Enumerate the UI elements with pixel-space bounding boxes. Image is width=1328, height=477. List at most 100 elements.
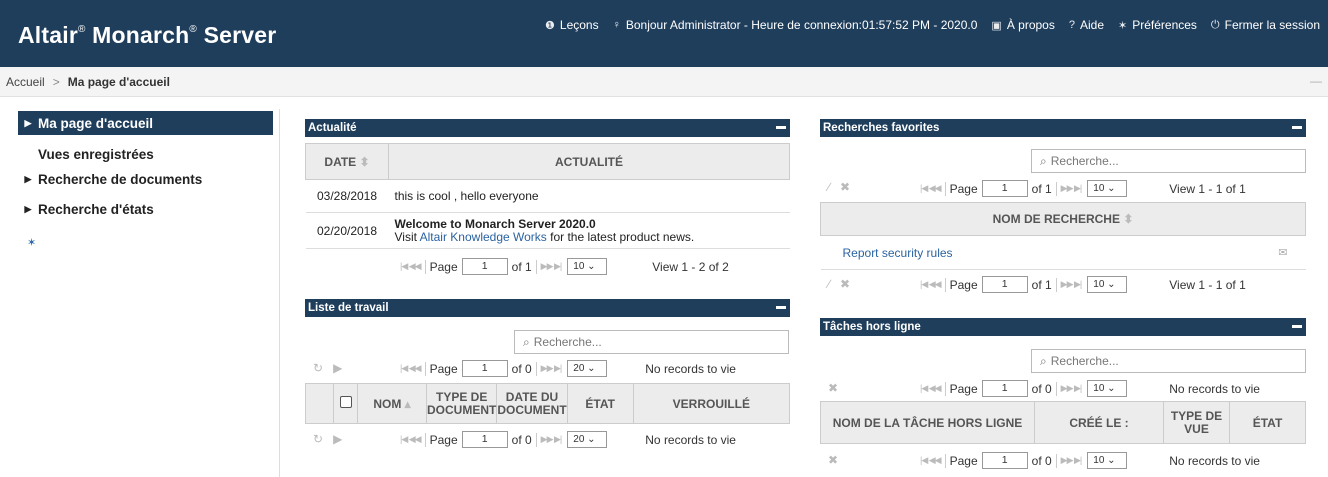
nav-about[interactable]: ▣ À propos xyxy=(991,18,1054,32)
pager-view-text: View 1 - 1 of 1 xyxy=(1169,181,1246,196)
play-icon[interactable]: ▶ xyxy=(333,361,342,375)
sidebar-item-saved-views[interactable]: Vues enregistrées xyxy=(18,142,273,166)
first-page-icon[interactable]: |◀ ◀◀ xyxy=(920,455,942,466)
about-icon: ▣ xyxy=(991,19,1002,32)
page-number-input[interactable]: 1 xyxy=(981,380,1028,397)
worklist-col-state[interactable]: ÉTAT xyxy=(566,383,634,424)
worklist-search-input[interactable]: ⌕ Recherche... xyxy=(514,330,789,354)
offline-col-state[interactable]: ÉTAT xyxy=(1229,401,1306,444)
worklist-table: NOM ▴ TYPE DE DOCUMENT DATE DU DOCUMENT ÉT… xyxy=(305,383,791,424)
worklist-col-locked[interactable]: VERROUILLÉ xyxy=(632,383,791,424)
first-page-icon[interactable]: |◀ ◀◀ xyxy=(920,383,942,394)
news-col-news: ACTUALITÉ xyxy=(388,143,790,180)
worklist-col-name[interactable]: NOM ▴ xyxy=(357,383,427,424)
play-icon[interactable]: ▶ xyxy=(333,432,342,446)
first-page-icon[interactable]: |◀ ◀◀ xyxy=(920,183,942,194)
select-all-checkbox[interactable] xyxy=(333,383,358,424)
refresh-icon[interactable]: ↻ xyxy=(313,432,323,446)
page-size-select[interactable]: 10 ⌄ xyxy=(567,258,608,275)
worklist-col-doc-date[interactable]: DATE DU DOCUMENT xyxy=(496,383,568,424)
page-number-input[interactable]: 1 xyxy=(461,258,508,275)
page-size-select[interactable]: 10 ⌄ xyxy=(1087,276,1128,293)
breadcrumb-separator-icon: > xyxy=(52,75,60,89)
page-number-input[interactable]: 1 xyxy=(461,360,508,377)
caret-right-icon: ▶ xyxy=(24,203,32,214)
edit-icon[interactable]: ∕ xyxy=(828,180,830,194)
nav-help[interactable]: ? Aide xyxy=(1069,18,1104,32)
help-icon: ? xyxy=(1068,19,1075,31)
sidebar-item-report-search[interactable]: ▶ Recherche d'états xyxy=(18,197,273,221)
nav-logout[interactable]: ⏻ Fermer la session xyxy=(1211,18,1320,32)
caret-right-icon: ▶ xyxy=(24,173,32,184)
news-text: Welcome to Monarch Server 2020.0 Visit A… xyxy=(388,212,790,249)
sort-asc-icon: ▴ xyxy=(404,396,411,411)
nav-lessons[interactable]: ❶ Leçons xyxy=(545,18,599,32)
page-size-select[interactable]: 20 ⌄ xyxy=(567,431,608,448)
last-page-icon[interactable]: ▶▶ ▶| xyxy=(541,261,563,272)
minimize-icon[interactable] xyxy=(1292,325,1302,328)
last-page-icon[interactable]: ▶▶ ▶| xyxy=(1061,279,1083,290)
minimize-icon[interactable] xyxy=(776,306,786,309)
first-page-icon[interactable]: |◀ ◀◀ xyxy=(400,363,422,374)
delete-icon[interactable]: ✖ xyxy=(840,277,850,291)
last-page-icon[interactable]: ▶▶ ▶| xyxy=(1061,383,1083,394)
offline-tools: ✖ xyxy=(828,381,838,395)
first-page-icon[interactable]: |◀ ◀◀ xyxy=(920,279,942,290)
worklist-pager-bottom: |◀ ◀◀ Page 1 of 0 ▶▶ ▶| 20 ⌄ No records … xyxy=(400,431,736,448)
edit-icon[interactable]: ∕ xyxy=(828,277,830,291)
minimize-icon[interactable] xyxy=(1292,126,1302,129)
favorites-table: NOM DE RECHERCHE ⬍ Report security rules… xyxy=(820,202,1306,270)
page-size-select[interactable]: 20 ⌄ xyxy=(567,360,608,377)
offline-col-name[interactable]: NOM DE LA TÂCHE HORS LIGNE xyxy=(820,401,1035,444)
news-panel-header: Actualité xyxy=(305,119,790,137)
offline-col-created[interactable]: CRÉÉ LE : xyxy=(1034,401,1164,444)
offline-search-input[interactable]: ⌕ Recherche... xyxy=(1031,349,1306,373)
favorites-panel-header: Recherches favorites xyxy=(820,119,1306,137)
first-page-icon[interactable]: |◀ ◀◀ xyxy=(400,261,422,272)
page-number-input[interactable]: 1 xyxy=(981,180,1028,197)
settings-gear-icon[interactable]: ✶ xyxy=(27,236,36,249)
news-date: 02/20/2018 xyxy=(305,212,389,249)
power-icon: ⏻ xyxy=(1210,18,1220,31)
table-row: 02/20/2018 Welcome to Monarch Server 202… xyxy=(305,212,790,249)
top-nav: ❶ Leçons ♀ Bonjour Administrator - Heure… xyxy=(545,18,1320,32)
page-size-select[interactable]: 10 ⌄ xyxy=(1087,452,1128,469)
worklist-panel-header: Liste de travail xyxy=(305,299,790,317)
sidebar-item-home[interactable]: ▶ Ma page d'accueil xyxy=(18,111,273,135)
header-collapse-icon[interactable]: — xyxy=(1310,74,1322,88)
favorites-search-input[interactable]: ⌕ Recherche... xyxy=(1031,149,1306,173)
email-icon[interactable]: ✉ xyxy=(1278,246,1287,259)
minimize-icon[interactable] xyxy=(776,126,786,129)
offline-table: NOM DE LA TÂCHE HORS LIGNE CRÉÉ LE : TYP… xyxy=(820,401,1306,444)
news-col-date[interactable]: DATE ⬍ xyxy=(305,143,389,180)
page-number-input[interactable]: 1 xyxy=(461,431,508,448)
gear-icon: ✶ xyxy=(1118,19,1128,32)
favorites-pager: |◀ ◀◀ Page 1 of 1 ▶▶ ▶| 10 ⌄ View 1 - 1 … xyxy=(920,180,1246,197)
nav-preferences[interactable]: ✶ Préférences xyxy=(1118,18,1197,32)
first-page-icon[interactable]: |◀ ◀◀ xyxy=(400,434,422,445)
worklist-col-doc-type[interactable]: TYPE DE DOCUMENT xyxy=(425,383,498,424)
pager-view-text: View 1 - 1 of 1 xyxy=(1169,277,1246,292)
delete-icon[interactable]: ✖ xyxy=(828,453,838,467)
last-page-icon[interactable]: ▶▶ ▶| xyxy=(541,434,563,445)
breadcrumb-home[interactable]: Accueil xyxy=(6,75,45,89)
saved-search-link[interactable]: Report security rules xyxy=(843,246,953,260)
last-page-icon[interactable]: ▶▶ ▶| xyxy=(1061,455,1083,466)
knowledge-works-link[interactable]: Altair Knowledge Works xyxy=(420,230,547,244)
refresh-icon[interactable]: ↻ xyxy=(313,361,323,375)
pager-view-text: No records to vie xyxy=(1169,381,1260,396)
table-row[interactable]: Report security rules ✉ xyxy=(820,235,1306,270)
page-number-input[interactable]: 1 xyxy=(981,452,1028,469)
page-size-select[interactable]: 10 ⌄ xyxy=(1087,380,1128,397)
last-page-icon[interactable]: ▶▶ ▶| xyxy=(541,363,563,374)
caret-right-icon: ▶ xyxy=(24,117,32,128)
offline-col-view-type[interactable]: TYPE DE VUE xyxy=(1163,401,1230,444)
page-number-input[interactable]: 1 xyxy=(981,276,1028,293)
delete-icon[interactable]: ✖ xyxy=(840,180,850,194)
pager-view-text: View 1 - 2 of 2 xyxy=(652,259,729,274)
sidebar-item-document-search[interactable]: ▶ Recherche de documents xyxy=(18,167,273,191)
page-size-select[interactable]: 10 ⌄ xyxy=(1087,180,1128,197)
delete-icon[interactable]: ✖ xyxy=(828,381,838,395)
last-page-icon[interactable]: ▶▶ ▶| xyxy=(1061,183,1083,194)
favorites-col-name[interactable]: NOM DE RECHERCHE ⬍ xyxy=(820,202,1306,236)
